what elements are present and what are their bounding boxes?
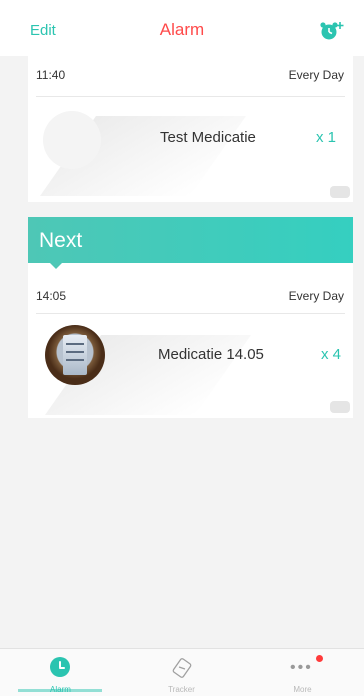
tab-more[interactable]: ••• More xyxy=(242,649,363,696)
tab-label: Alarm xyxy=(50,685,71,694)
tab-label: More xyxy=(293,685,312,694)
medication-name: Test Medicatie xyxy=(160,129,256,146)
divider xyxy=(36,96,345,97)
placeholder-pill-icon xyxy=(43,111,101,169)
tab-bar: Alarm Tracker ••• More xyxy=(0,648,364,696)
alarm-frequency: Every Day xyxy=(288,289,344,303)
alarm-time: 14:05 xyxy=(36,289,67,303)
page-title: Alarm xyxy=(159,20,205,39)
clock-icon xyxy=(50,657,70,677)
next-banner: Next xyxy=(28,217,353,263)
medication-name: Medicatie 14.05 xyxy=(158,346,264,363)
alarm-add-icon[interactable] xyxy=(319,20,345,42)
notification-badge xyxy=(316,655,323,662)
divider xyxy=(36,313,345,314)
notification-icon[interactable] xyxy=(330,401,350,413)
tab-tracker[interactable]: Tracker xyxy=(121,649,242,696)
photo-detail xyxy=(66,343,84,345)
notification-icon[interactable] xyxy=(330,186,350,198)
next-banner-label: Next xyxy=(39,229,83,252)
more-icon: ••• xyxy=(290,659,313,676)
photo-detail xyxy=(66,359,84,361)
tab-alarm[interactable]: Alarm xyxy=(0,649,121,696)
medication-photo xyxy=(45,325,105,385)
dose-amount: x 4 xyxy=(321,346,342,363)
alarm-card[interactable]: Next 14:05 Every Day Medicatie 14.05 x 4 xyxy=(28,217,353,418)
photo-detail xyxy=(66,351,84,353)
alarm-card[interactable]: 11:40 Every Day Test Medicatie x 1 xyxy=(28,56,353,202)
alarm-frequency: Every Day xyxy=(288,68,344,82)
tracker-icon xyxy=(172,658,192,678)
navigation-bar: Edit Alarm xyxy=(0,0,364,56)
photo-label xyxy=(63,335,87,375)
alarm-time: 11:40 xyxy=(36,68,66,82)
tab-label: Tracker xyxy=(168,685,195,694)
banner-pointer xyxy=(50,263,62,269)
dose-amount: x 1 xyxy=(316,129,337,146)
